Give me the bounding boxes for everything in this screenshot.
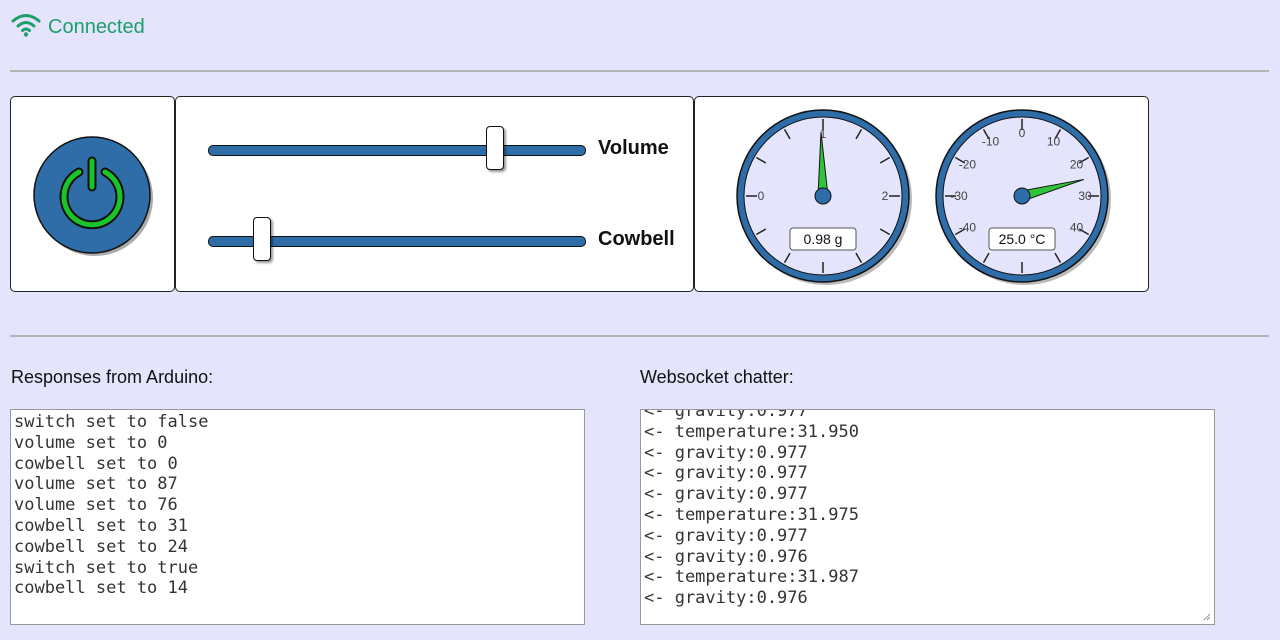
- gauge-tick-label: -40: [959, 221, 977, 235]
- volume-slider-thumb[interactable]: [485, 126, 504, 170]
- log-line: cowbell set to 24: [14, 536, 188, 557]
- log-line: cowbell set to 0: [14, 453, 178, 474]
- log-line: cowbell set to 31: [14, 515, 188, 536]
- log-line: <- temperature:31.987: [644, 567, 859, 588]
- gauge-hub: [814, 187, 832, 205]
- log-line: <- gravity:0.977: [644, 484, 808, 505]
- temperature-gauge: -40 -30 -20 -10 0 10 20 30 40 25.0 °C: [935, 109, 1111, 285]
- volume-slider[interactable]: Volume: [206, 125, 686, 175]
- log-line: volume set to 76: [14, 495, 178, 516]
- volume-label: Volume: [598, 137, 669, 159]
- gauge-tick-label: 40: [1070, 221, 1084, 235]
- log-line: <- gravity:0.976: [644, 546, 808, 567]
- cowbell-slider[interactable]: Cowbell: [206, 216, 686, 266]
- gauge-tick-label: 0: [1019, 126, 1026, 140]
- log-line: switch set to false: [14, 412, 209, 432]
- connection-status-text: Connected: [48, 15, 145, 38]
- gauges: 0120.98 g-40-30-20-1001020304025.0 °C: [736, 109, 1111, 285]
- websocket-log[interactable]: <- gravity:0.977 <- temperature:31.950 <- …: [640, 409, 1215, 625]
- log-line: volume set to 0: [14, 432, 168, 453]
- log-line: <- gravity:0.977: [644, 463, 808, 484]
- gauges-panel: 0 1 2 0.98 g -40 -30 -20 -10 0 10 20 30 40 25.0 °C: [694, 96, 1149, 292]
- gauge-tick-label: 0: [758, 189, 765, 203]
- power-button[interactable]: [32, 135, 153, 256]
- sliders-panel: Volume Cowbell: [175, 96, 694, 292]
- volume-slider-track[interactable]: [208, 145, 586, 156]
- log-line: volume set to 87: [14, 474, 178, 495]
- log-line: cowbell set to 14: [14, 578, 188, 599]
- gauge-tick-label: -20: [959, 158, 977, 172]
- gauge-tick-label: 30: [1078, 189, 1092, 203]
- log-line: <- gravity:0.977: [644, 442, 808, 463]
- gauge-tick-label: -10: [982, 134, 1000, 148]
- log-line: <- gravity:0.977: [644, 409, 808, 421]
- power-panel: [10, 96, 175, 292]
- gauge-readout: 0.98 g: [804, 231, 843, 247]
- cowbell-slider-thumb[interactable]: [252, 217, 271, 261]
- gravity-gauge: 0120.98 g: [736, 109, 912, 285]
- log-line: <- gravity:0.976: [644, 588, 808, 609]
- log-line: <- temperature:31.950: [644, 421, 859, 442]
- resize-grip-icon[interactable]: [1203, 613, 1211, 621]
- divider: [10, 70, 1269, 72]
- gauge-tick-label: 10: [1047, 134, 1061, 148]
- cowbell-label: Cowbell: [598, 228, 675, 250]
- log-line: <- temperature:31.975: [644, 504, 859, 525]
- connection-status: Connected: [10, 12, 145, 42]
- gauge-readout: 25.0 °C: [999, 231, 1046, 247]
- arduino-log[interactable]: switch set to false volume set to 0 cowbel…: [10, 409, 585, 625]
- log-line: switch set to true: [14, 557, 199, 578]
- wifi-icon: [10, 12, 42, 43]
- gauge-tick-label: -30: [950, 189, 968, 203]
- log-line: <- gravity:0.977: [644, 525, 808, 546]
- gauge-tick-label: 20: [1070, 158, 1084, 172]
- divider: [10, 335, 1269, 337]
- websocket-log-title: Websocket chatter:: [640, 367, 794, 387]
- gauge-tick-label: 2: [882, 189, 889, 203]
- gauge-hub: [1013, 187, 1031, 205]
- arduino-log-title: Responses from Arduino:: [11, 367, 214, 387]
